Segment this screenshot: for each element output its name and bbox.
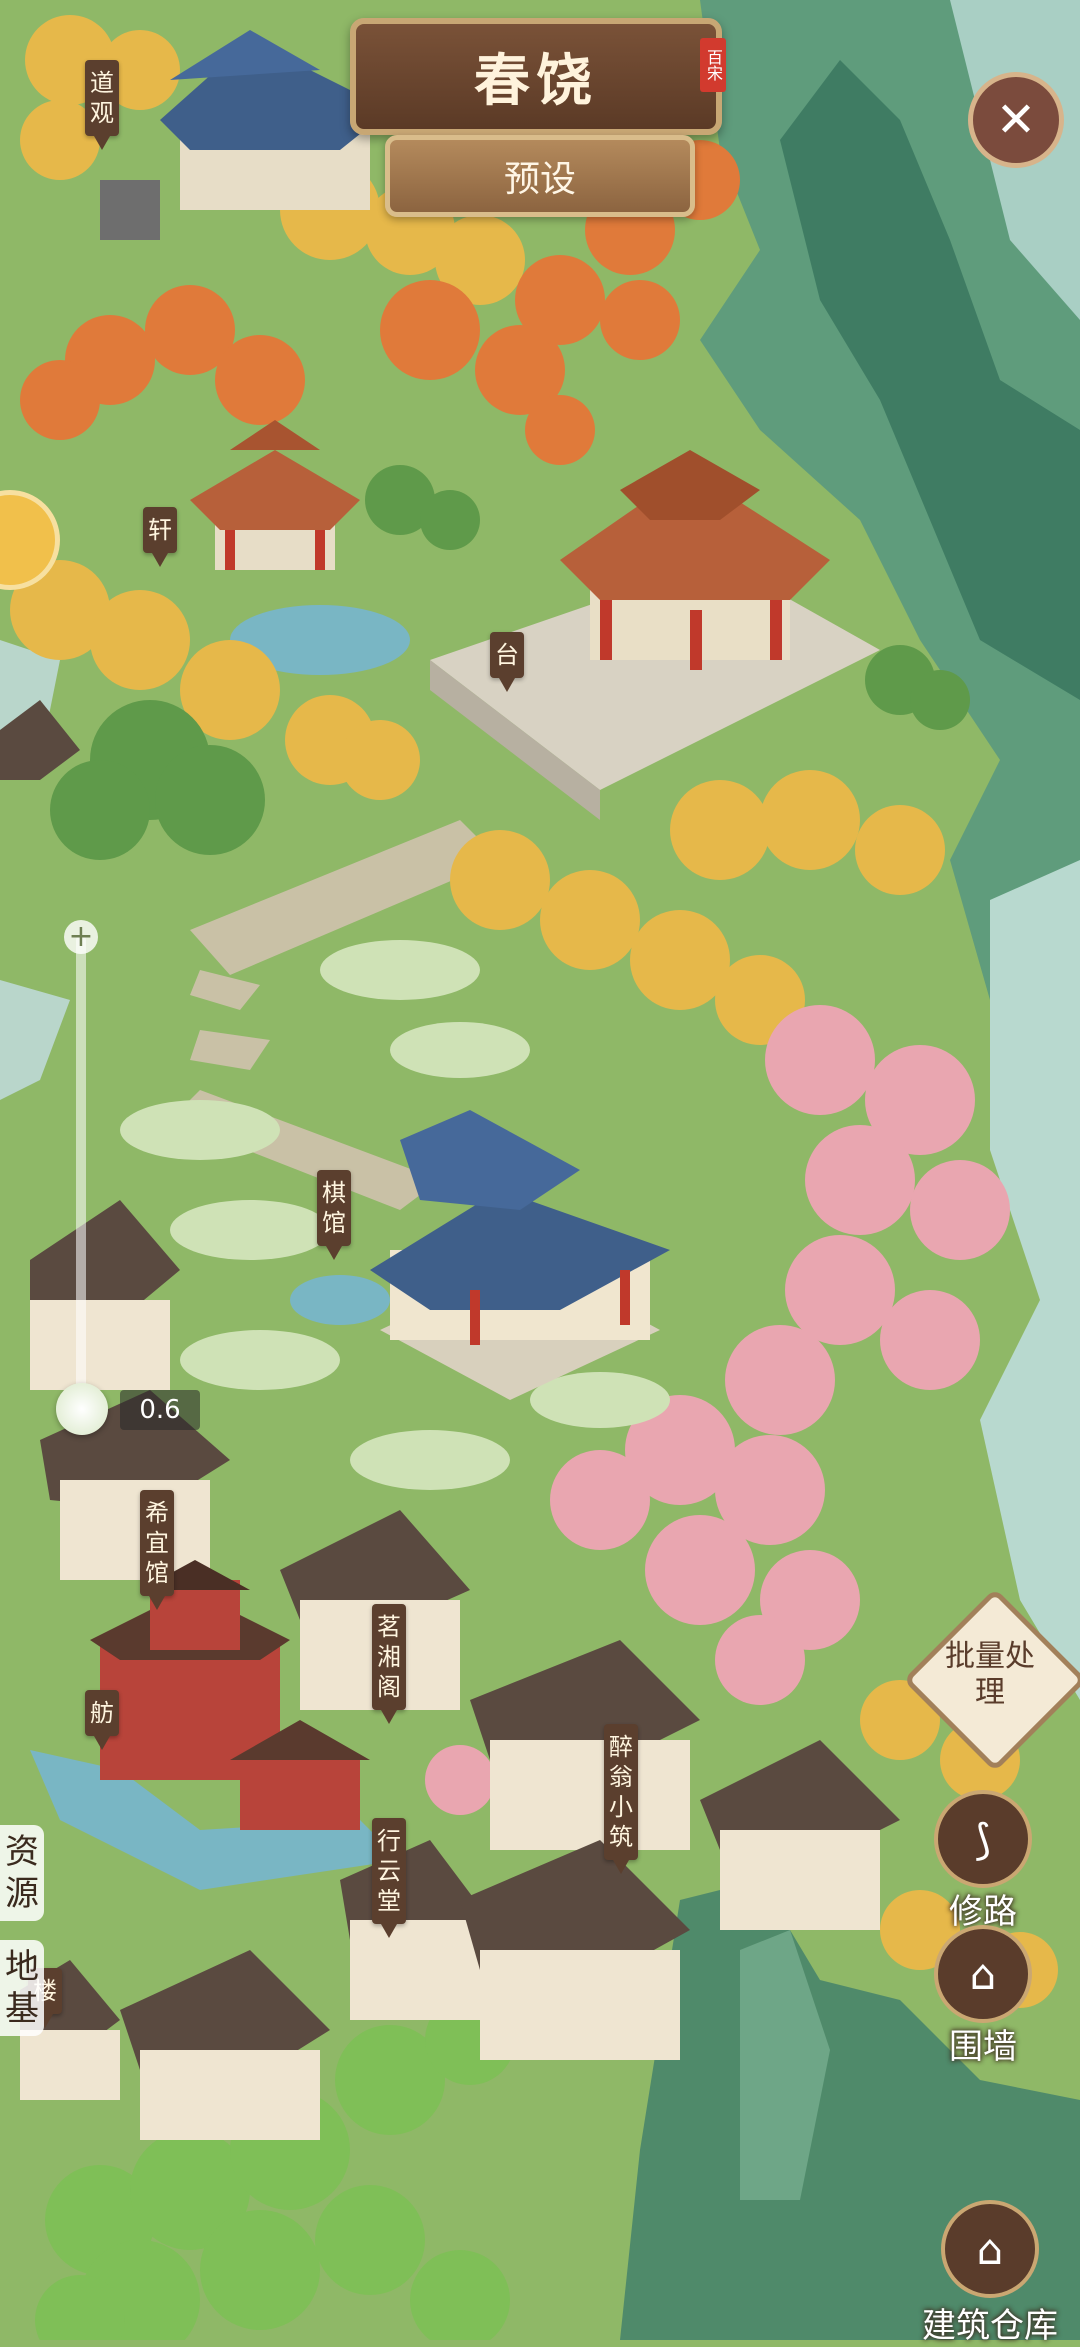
title-banner: 春饶 (350, 18, 722, 135)
wall-label: 围墙 (949, 2027, 1017, 2067)
building-label-taoist-temple[interactable]: 道观 (85, 60, 119, 150)
zoom-value: 0.6 (120, 1390, 200, 1430)
foundation-tab[interactable]: 地基 (0, 1940, 44, 2036)
zoom-slider-handle[interactable] (56, 1383, 108, 1435)
building-label-chess-hall[interactable]: 棋馆 (317, 1170, 351, 1260)
building-label-xingyun-hall[interactable]: 行云堂 (372, 1818, 406, 1938)
road-icon: ⟆ (934, 1790, 1032, 1888)
building-label-pavilion[interactable]: 轩 (143, 507, 177, 567)
building-label-mingxiang-pavilion[interactable]: 茗湘阁 (372, 1604, 406, 1724)
preset-button[interactable]: 预设 (385, 135, 695, 217)
building-label-terrace[interactable]: 台 (490, 632, 524, 692)
close-button[interactable]: ✕ (968, 72, 1064, 168)
wall-icon: ⌂ (934, 1925, 1032, 2023)
zoom-slider-track[interactable] (76, 935, 86, 1395)
page-title: 春饶 (474, 48, 598, 114)
building-label-zuiweng-lodge[interactable]: 醉翁小筑 (604, 1724, 638, 1874)
building-label-xiyi-hall[interactable]: 希宜馆 (140, 1490, 174, 1610)
warehouse-icon: ⌂ (941, 2200, 1039, 2298)
seal-stamp: 百宋 (700, 38, 726, 92)
resources-tab[interactable]: 资源 (0, 1825, 44, 1921)
close-icon: ✕ (995, 92, 1037, 148)
building-label-boat-pavilion[interactable]: 舫 (85, 1690, 119, 1750)
preset-label: 预设 (503, 159, 576, 200)
map-scene (0, 0, 1080, 2340)
batch-process-label: 批量处理 (945, 1639, 1035, 1710)
garden-map[interactable] (0, 0, 1080, 2340)
zoom-in-icon[interactable]: + (64, 920, 98, 954)
road-tool[interactable]: ⟆ 修路 (923, 1790, 1043, 1933)
wall-tool[interactable]: ⌂ 围墙 (923, 1925, 1043, 2068)
building-warehouse-button[interactable]: ⌂ 建筑仓库 (910, 2200, 1070, 2347)
